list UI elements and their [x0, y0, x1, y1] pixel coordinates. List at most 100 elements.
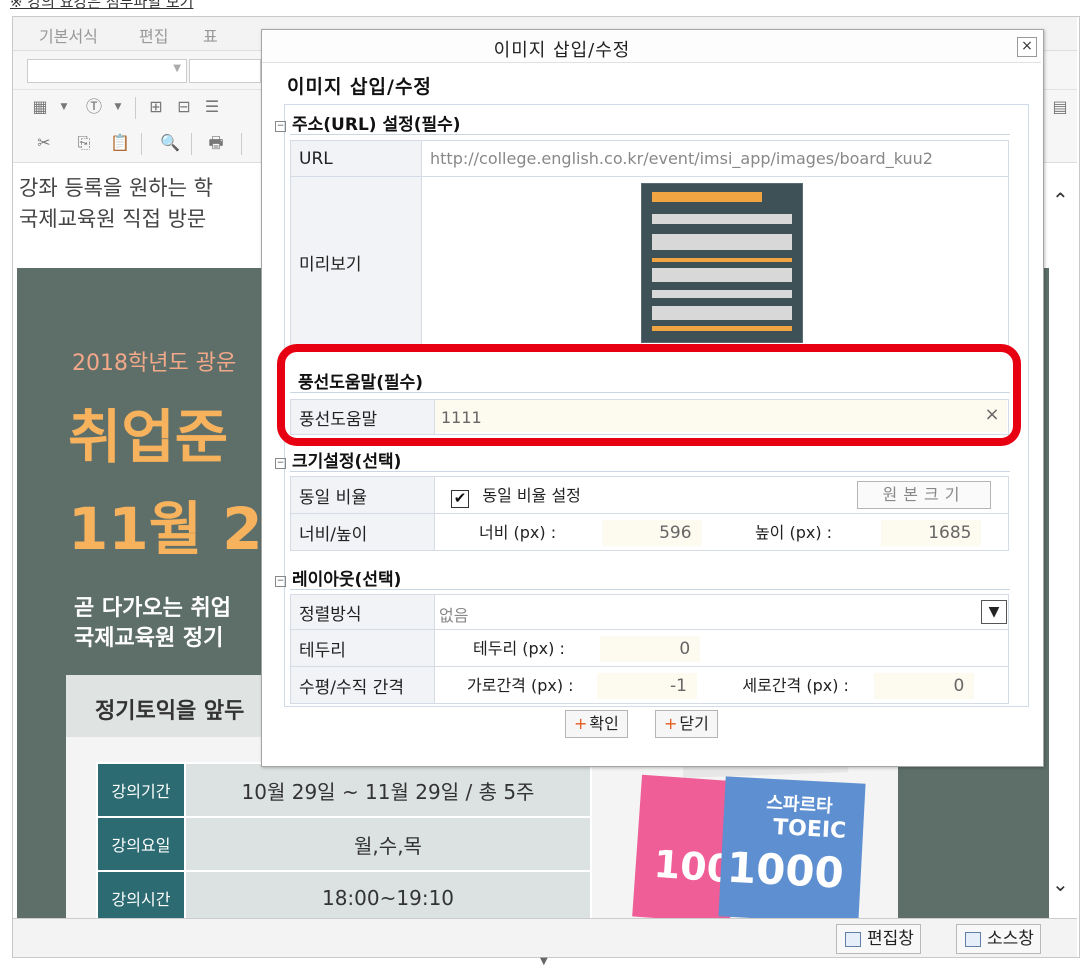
collapse-toggle-icon[interactable]: − [275, 121, 286, 132]
book-cover-blue: 스파르타 TOEIC 1000 [718, 776, 866, 924]
print-icon[interactable]: 🖶 [205, 132, 227, 154]
layout-section-title: 레이아웃(선택) [292, 570, 402, 590]
merge-cells-icon[interactable]: ☰ [201, 96, 223, 118]
border-input[interactable]: 0 [600, 635, 701, 662]
cut-icon[interactable]: ✂ [33, 132, 55, 154]
edit-mode-label: 편집창 [867, 929, 914, 949]
url-value: http://college.english.co.kr/event/imsi_… [430, 149, 933, 168]
url-field[interactable]: http://college.english.co.kr/event/imsi_… [421, 140, 1009, 177]
font-family-combo[interactable]: ▼ [27, 59, 187, 83]
font-size-combo[interactable] [189, 59, 261, 83]
plus-icon: + [574, 714, 588, 733]
width-label: 너비 (px) : [479, 522, 557, 542]
chevron-down-icon[interactable]: ▼ [53, 96, 75, 118]
section-divider [290, 589, 1010, 590]
confirm-button[interactable]: + 확인 [565, 710, 628, 738]
paste-icon[interactable]: 📋 [109, 132, 131, 154]
thumb-strip [652, 234, 792, 250]
align-label: 정렬방식 [290, 594, 435, 630]
section-divider [290, 134, 1010, 135]
border-cell: 테두리 (px) : 0 [434, 629, 1009, 667]
table-icon[interactable]: ▦ [29, 96, 51, 118]
thumb-strip [652, 306, 792, 320]
course-info-table: 강의기간 10월 29일 ~ 11월 29일 / 총 5주 강의요일 월,수,목… [96, 762, 592, 926]
text-box-icon[interactable]: Ⓣ [83, 96, 105, 118]
poster-subtext: 곧 다가오는 취업 [74, 596, 231, 621]
preview-icon[interactable]: 🔍 [159, 132, 181, 154]
v-spacing-label: 세로간격 (px) : [742, 675, 849, 695]
align-selected-value: 없음 [439, 606, 469, 625]
insert-column-icon[interactable]: ⊞ [145, 96, 167, 118]
collapse-toggle-icon[interactable]: − [275, 576, 286, 587]
insert-row-icon[interactable]: ⊟ [173, 96, 195, 118]
thumb-strip [652, 258, 792, 262]
course-label: 강의요일 [96, 816, 186, 872]
close-button[interactable]: + 닫기 [655, 710, 718, 738]
book-subtitle: TOEIC [772, 814, 847, 844]
wh-cell: 너비 (px) : 596 높이 (px) : 1685 [434, 513, 1009, 551]
menu-table[interactable]: 표 [203, 23, 218, 47]
copy-icon[interactable]: ⎘ [73, 132, 95, 154]
dialog-heading: 이미지 삽입/수정 [287, 76, 432, 98]
table-row: 강의시간 18:00~19:10 [96, 870, 592, 926]
same-ratio-checkbox[interactable]: ✔ [451, 490, 469, 508]
url-section-header[interactable]: − 주소(URL) 설정(필수) [275, 110, 461, 135]
same-ratio-label[interactable]: 동일 비율 설정 [482, 486, 581, 505]
toolbar-divider [141, 133, 142, 155]
size-section-header[interactable]: − 크기설정(선택) [275, 447, 401, 472]
url-label: URL [290, 140, 422, 177]
table-row: 너비/높이 너비 (px) : 596 높이 (px) : 1685 [290, 513, 1009, 551]
original-size-button[interactable]: 원본크기 [857, 481, 991, 509]
course-label: 강의기간 [96, 762, 186, 818]
thumb-strip [652, 214, 792, 224]
align-select[interactable]: 없음 ▼ [435, 597, 1007, 627]
menu-basic-format[interactable]: 기본서식 [39, 23, 98, 47]
chevron-down-icon[interactable]: ▼ [981, 600, 1007, 624]
v-spacing-input[interactable]: 0 [874, 672, 975, 699]
course-value: 10월 29일 ~ 11월 29일 / 총 5주 [184, 762, 592, 818]
body-text-line: 강좌 등록을 원하는 학 [19, 176, 213, 200]
source-mode-button[interactable]: 소스창 [956, 924, 1041, 954]
thumb-strip [652, 290, 792, 298]
layout-section-header[interactable]: − 레이아웃(선택) [275, 565, 401, 590]
border-px-label: 테두리 (px) : [473, 638, 565, 658]
height-label: 높이 (px) : [754, 522, 833, 542]
table-row: 수평/수직 간격 가로간격 (px) : -1 세로간격 (px) : 0 [290, 666, 1009, 704]
height-input[interactable]: 1685 [881, 519, 982, 546]
table-row: 강의기간 10월 29일 ~ 11월 29일 / 총 5주 [96, 762, 592, 818]
table-row: URL http://college.english.co.kr/event/i… [290, 140, 1009, 177]
table-row: 테두리 테두리 (px) : 0 [290, 629, 1009, 667]
source-mode-label: 소스창 [987, 929, 1034, 949]
menu-edit[interactable]: 편집 [139, 23, 168, 47]
dialog-title: 이미지 삽입/수정 [493, 40, 631, 61]
image-preview-thumbnail [641, 183, 803, 343]
confirm-label: 확인 [589, 714, 619, 733]
border-label: 테두리 [290, 629, 435, 667]
thumb-strip [652, 326, 792, 331]
table-row: 강의요일 월,수,목 [96, 816, 592, 872]
page-caption: ※ 강의 요강은 첨부파일 보기 [10, 0, 194, 11]
chevron-down-icon[interactable]: ▼ [107, 96, 129, 118]
toolbar-divider [135, 97, 136, 119]
poster-year-text: 2018학년도 광운 [72, 351, 237, 376]
width-input[interactable]: 596 [601, 519, 702, 546]
fullscreen-icon[interactable]: ▤ [1049, 96, 1071, 118]
close-icon[interactable]: × [1017, 37, 1037, 57]
chevron-down-icon: ▼ [173, 63, 181, 74]
toolbar-divider [191, 133, 192, 155]
collapse-toggle-icon[interactable]: − [275, 458, 286, 469]
wh-label: 너비/높이 [290, 513, 435, 551]
h-spacing-input[interactable]: -1 [596, 672, 697, 699]
toolbar-divider [241, 133, 242, 155]
size-section-title: 크기설정(선택) [292, 452, 402, 472]
edit-mode-button[interactable]: 편집창 [836, 924, 921, 954]
book-title: 스파르타 [765, 792, 834, 818]
spacing-label: 수평/수직 간격 [290, 666, 435, 704]
plus-icon: + [664, 714, 678, 733]
scroll-down-icon[interactable]: ⌄ [1052, 872, 1069, 896]
poster-subtext: 국제교육원 정기 [74, 626, 224, 651]
url-section-title: 주소(URL) 설정(필수) [292, 115, 461, 135]
scroll-up-icon[interactable]: ⌃ [1052, 188, 1069, 212]
resize-handle-icon[interactable]: ▼ [540, 956, 548, 967]
spacing-cell: 가로간격 (px) : -1 세로간격 (px) : 0 [434, 666, 1009, 704]
